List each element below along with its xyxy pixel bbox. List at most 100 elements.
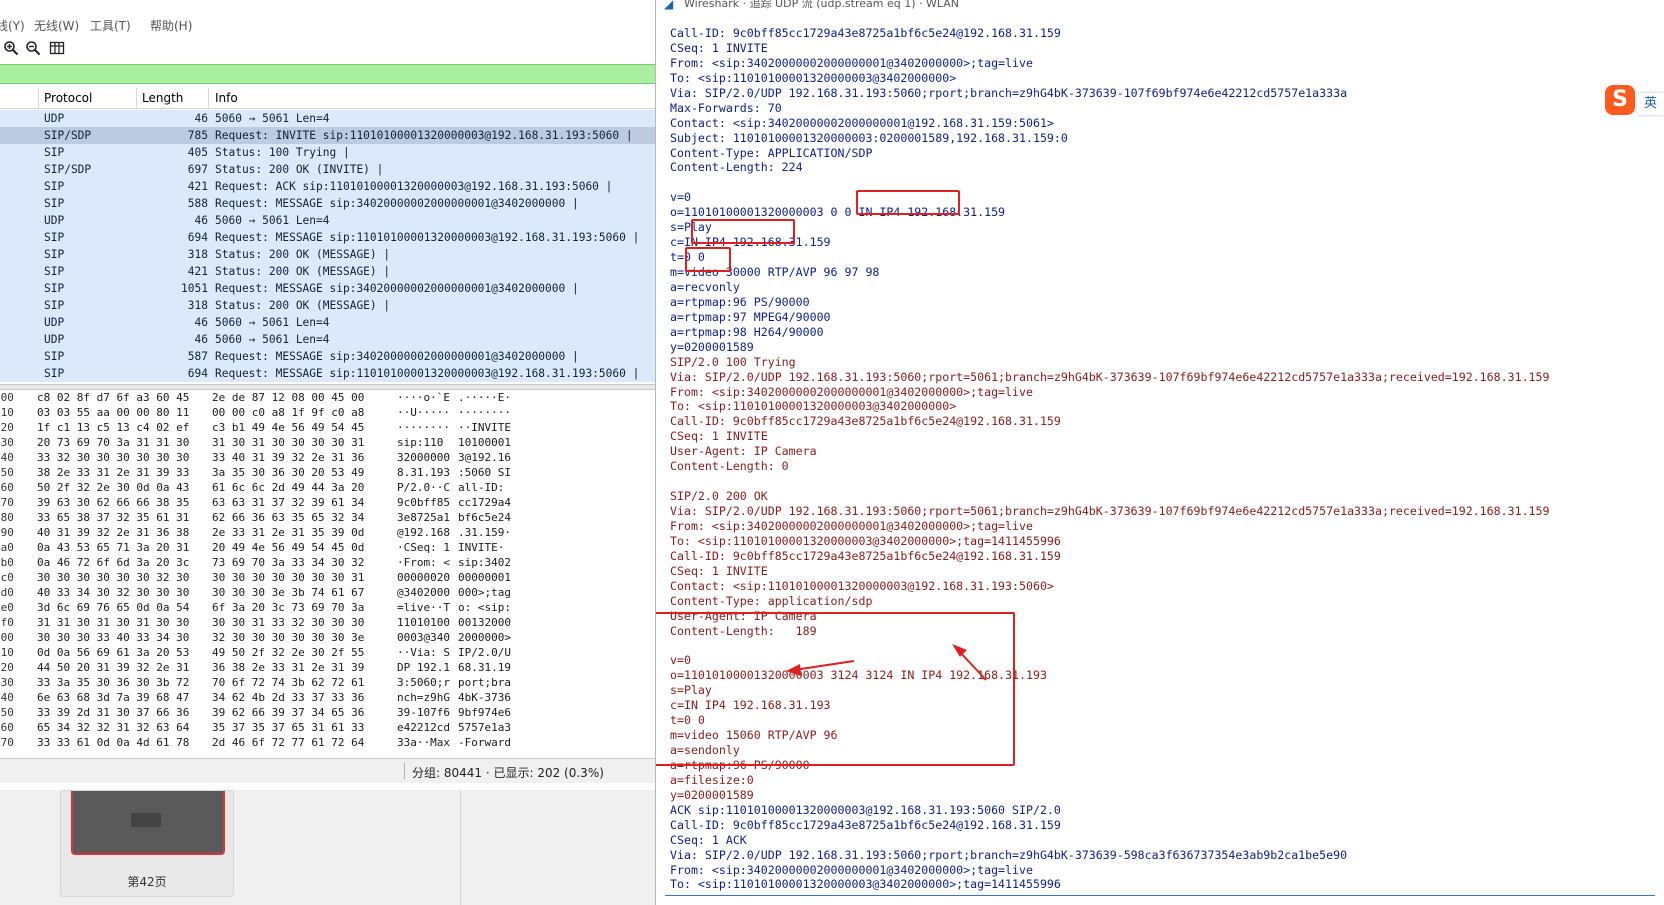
column-header-info[interactable]: Info	[215, 91, 238, 105]
packet-row[interactable]: SIP 1051 Request: MESSAGE sip:340200000020…	[0, 280, 655, 297]
packet-length: 46	[194, 112, 208, 125]
packet-row[interactable]: UDP 46 5060 → 5061 Len=4	[0, 212, 655, 229]
ascii-second: 9bf974e6	[458, 706, 511, 719]
hex-row[interactable]: 0e0 3d 6c 69 76 65 0d 0a 54 6f 3a 20 3c 73…	[0, 600, 655, 615]
ascii-first: P/2.0··C	[397, 481, 450, 494]
hex-row[interactable]: 020 1f c1 13 c5 13 c4 02 ef c3 b1 49 4e 56…	[0, 420, 655, 435]
hex-row[interactable]: 080 33 65 38 37 32 35 61 31 62 66 36 63 35…	[0, 510, 655, 525]
packet-row[interactable]: SIP/SDP 785 Request: INVITE sip:1101010000…	[0, 127, 655, 144]
packet-protocol: SIP	[44, 282, 65, 295]
hex-row[interactable]: 030 20 73 69 70 3a 31 31 30 31 30 31 30 30…	[0, 435, 655, 450]
display-filter-bar[interactable]	[0, 64, 655, 84]
hex-row[interactable]: 170 33 33 61 0d 0a 4d 61 78 2d 46 6f 72 77…	[0, 735, 655, 750]
resize-columns-icon[interactable]	[48, 40, 66, 58]
hex-offset: 0e0	[0, 601, 14, 614]
packet-row[interactable]: SIP/SDP 697 Status: 200 OK (INVITE) |	[0, 161, 655, 178]
column-header-protocol[interactable]: Protocol	[44, 91, 92, 105]
packet-row[interactable]: SIP 587 Request: MESSAGE sip:3402000000200…	[0, 348, 655, 365]
column-header-length[interactable]: Length	[142, 91, 183, 105]
hex-offset: 120	[0, 661, 14, 674]
hex-row[interactable]: 040 33 32 30 30 30 30 30 30 33 40 31 39 32…	[0, 450, 655, 465]
packet-protocol: SIP	[44, 350, 65, 363]
stream-bottom-rule	[665, 895, 1655, 896]
hex-offset: 0a0	[0, 541, 14, 554]
packet-row[interactable]: SIP 318 Status: 200 OK (MESSAGE) |	[0, 246, 655, 263]
packet-row[interactable]: SIP 588 Request: MESSAGE sip:3402000000200…	[0, 195, 655, 212]
packet-row[interactable]: UDP 46 5060 → 5061 Len=4	[0, 331, 655, 348]
hex-row[interactable]: 090 40 31 39 32 2e 31 36 38 2e 33 31 2e 31…	[0, 525, 655, 540]
packet-row[interactable]: SIP 318 Status: 200 OK (MESSAGE) |	[0, 297, 655, 314]
hex-row[interactable]: 100 30 30 30 33 40 33 34 30 32 30 30 30 30…	[0, 630, 655, 645]
ascii-first: ··U·····	[397, 406, 450, 419]
hex-bytes-first: 0a 46 72 6f 6d 3a 20 3c	[37, 556, 190, 569]
packet-info: Status: 200 OK (MESSAGE) |	[215, 248, 391, 261]
hex-row[interactable]: 010 03 03 55 aa 00 00 80 11 00 00 c0 a8 1f…	[0, 405, 655, 420]
zoom-out-icon[interactable]	[24, 40, 42, 58]
packet-protocol: UDP	[44, 316, 65, 329]
packet-info: Status: 200 OK (MESSAGE) |	[215, 265, 391, 278]
packet-count-status: 分组: 80441 · 已显示: 202 (0.3%)	[412, 766, 604, 780]
menu-item-capture[interactable]: 线(Y)	[0, 17, 25, 34]
hex-row[interactable]: 0d0 40 33 34 30 32 30 30 30 30 30 30 3e 3b…	[0, 585, 655, 600]
packet-row[interactable]: SIP 405 Status: 100 Trying |	[0, 144, 655, 161]
hex-bytes-first: 03 03 55 aa 00 00 80 11	[37, 406, 190, 419]
zoom-in-icon[interactable]	[2, 40, 20, 58]
hex-row[interactable]: 120 44 50 20 31 39 32 2e 31 36 38 2e 33 31…	[0, 660, 655, 675]
packet-row[interactable]: UDP 46 5060 → 5061 Len=4	[0, 110, 655, 127]
hex-row[interactable]: 160 65 34 32 32 31 32 63 64 35 37 35 37 65…	[0, 720, 655, 735]
packet-row[interactable]: SIP 421 Status: 200 OK (MESSAGE) |	[0, 263, 655, 280]
menu-item-wireless[interactable]: 无线(W)	[34, 17, 79, 34]
hex-row[interactable]: 150 33 39 2d 31 30 37 66 36 39 62 66 39 37…	[0, 705, 655, 720]
hex-bytes-second: 2e de 87 12 08 00 45 00	[212, 391, 365, 404]
packet-info: Request: MESSAGE sip:3402000000200000000…	[215, 197, 579, 210]
ascii-second: 10100001	[458, 436, 511, 449]
packet-protocol: SIP	[44, 367, 65, 380]
hex-offset: 160	[0, 721, 14, 734]
page-thumbnail[interactable]: 第42页	[60, 790, 234, 897]
ascii-second: INVITE·	[458, 541, 505, 554]
ascii-first: sip:110	[397, 436, 444, 449]
ascii-first: e42212cd	[397, 721, 450, 734]
ime-toolbar[interactable]: S	[1605, 85, 1639, 117]
hex-offset: 050	[0, 466, 14, 479]
hex-offset: 110	[0, 646, 14, 659]
hex-bytes-second: 73 69 70 3a 33 34 30 32	[212, 556, 365, 569]
hex-row[interactable]: 050 38 2e 33 31 2e 31 39 33 3a 35 30 36 30…	[0, 465, 655, 480]
ime-language-indicator[interactable]: 英	[1637, 93, 1664, 115]
packet-length: 588	[187, 197, 208, 210]
menu-item-help[interactable]: 帮助(H)	[150, 17, 192, 34]
packet-row[interactable]: SIP 694 Request: MESSAGE sip:1101010000132…	[0, 229, 655, 246]
hex-row[interactable]: 060 50 2f 32 2e 30 0d 0a 43 61 6c 6c 2d 49…	[0, 480, 655, 495]
ascii-second: 000>;tag	[458, 586, 511, 599]
packet-length: 318	[187, 299, 208, 312]
sogou-ime-icon[interactable]: S	[1605, 85, 1635, 115]
hex-row[interactable]: 0f0 31 31 30 31 30 31 30 30 30 30 31 33 32…	[0, 615, 655, 630]
hex-row[interactable]: 0a0 0a 43 53 65 71 3a 20 31 20 49 4e 56 49…	[0, 540, 655, 555]
hex-row[interactable]: 070 39 63 30 62 66 66 38 35 63 63 31 37 32…	[0, 495, 655, 510]
hex-bytes-second: 2d 46 6f 72 77 61 72 64	[212, 736, 365, 749]
hex-bytes-first: 40 33 34 30 32 30 30 30	[37, 586, 190, 599]
hex-bytes-second: 30 30 30 3e 3b 74 61 67	[212, 586, 365, 599]
menu-item-tools[interactable]: 工具(T)	[90, 17, 131, 34]
packet-row[interactable]: UDP 46 5060 → 5061 Len=4	[0, 314, 655, 331]
packet-row[interactable]: SIP 421 Request: ACK sip:11010100001320000…	[0, 178, 655, 195]
ascii-second: 68.31.19	[458, 661, 511, 674]
packet-length: 318	[187, 248, 208, 261]
hex-bytes-first: 6e 63 68 3d 7a 39 68 47	[37, 691, 190, 704]
packet-protocol: UDP	[44, 112, 65, 125]
hex-row[interactable]: 0b0 0a 46 72 6f 6d 3a 20 3c 73 69 70 3a 33…	[0, 555, 655, 570]
hex-row[interactable]: 140 6e 63 68 3d 7a 39 68 47 34 62 4b 2d 33…	[0, 690, 655, 705]
ascii-second: 5757e1a3	[458, 721, 511, 734]
hex-bytes-first: 40 31 39 32 2e 31 36 38	[37, 526, 190, 539]
packet-info: Request: MESSAGE sip:1101010000132000000…	[215, 367, 640, 380]
packet-protocol: SIP/SDP	[44, 163, 92, 176]
hex-offset: 000	[0, 391, 14, 404]
hex-row[interactable]: 130 33 3a 35 30 36 30 3b 72 70 6f 72 74 3b…	[0, 675, 655, 690]
packet-row[interactable]: SIP 694 Request: MESSAGE sip:1101010000132…	[0, 365, 655, 382]
hex-row[interactable]: 110 0d 0a 56 69 61 3a 20 53 49 50 2f 32 2e…	[0, 645, 655, 660]
hex-offset: 010	[0, 406, 14, 419]
packet-length: 46	[194, 214, 208, 227]
packet-length: 694	[187, 367, 208, 380]
hex-row[interactable]: 0c0 30 30 30 30 30 30 32 30 30 30 30 30 30…	[0, 570, 655, 585]
hex-row[interactable]: 000 c8 02 8f d7 6f a3 60 45 2e de 87 12 08…	[0, 390, 655, 405]
